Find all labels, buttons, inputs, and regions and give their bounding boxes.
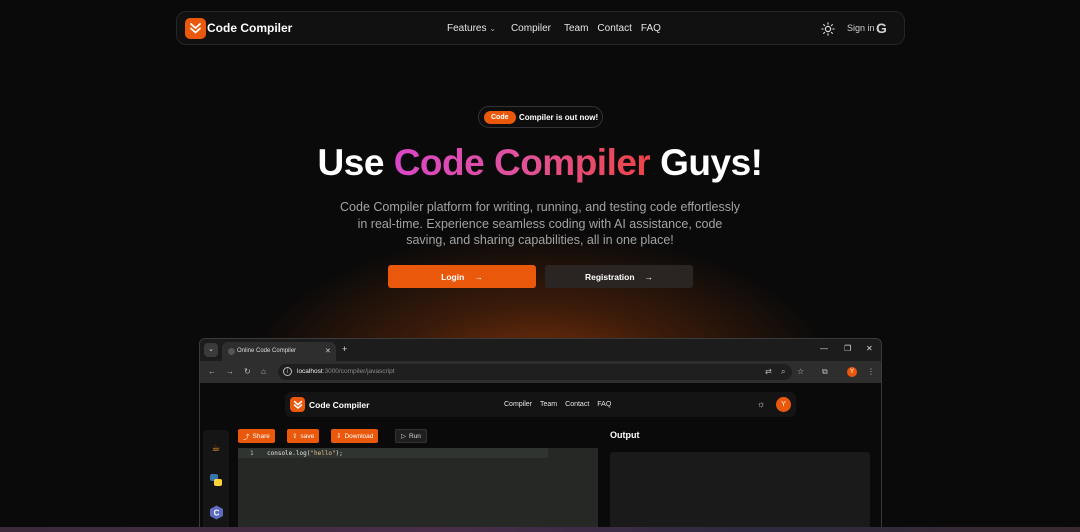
code-editor[interactable]: 1 console.log("hello"); [238,448,598,532]
hero-subtitle: Code Compiler platform for writing, runn… [340,200,740,247]
url-text: localhost:3000/compiler/javascript [297,368,395,375]
announcement-text: Compiler is out now! [519,113,599,122]
tab-favicon-icon [228,348,235,355]
compiler-nav-faq[interactable]: FAQ [597,401,611,408]
compiler-nav-links: Compiler Team Contact FAQ [504,401,611,408]
home-icon[interactable]: ⌂ [261,367,266,376]
chevron-down-icon: ⌄ [489,24,496,33]
brand-name[interactable]: Code Compiler [207,21,292,35]
nav-links: Features ⌄ Compiler Team Contact FAQ [447,23,661,34]
arrow-right-icon: → [644,271,654,282]
restore-icon[interactable]: ❐ [844,344,851,353]
bookmark-star-icon[interactable]: ☆ [797,367,804,376]
browser-tab-bar: ⌄ Online Code Compiler ✕ + — ❐ ✕ [200,339,881,361]
profile-avatar[interactable]: Y [847,367,857,377]
headline-highlight: Code Compiler [393,142,651,183]
google-icon[interactable]: G [876,20,887,36]
share-button[interactable]: ⤴ Share [238,429,275,443]
nav-item-compiler[interactable]: Compiler [511,23,551,34]
download-button[interactable]: ⇩ Download [331,429,379,443]
reload-icon[interactable]: ↻ [244,367,251,376]
play-icon: ▷ [401,433,406,440]
java-icon[interactable]: ☕ [208,440,224,456]
login-button[interactable]: Login → [388,265,536,288]
browser-address-bar: ← → ↻ ⌂ i localhost:3000/compiler/javasc… [200,361,881,383]
signin-button[interactable]: Sign in [847,23,875,33]
nav-item-faq[interactable]: FAQ [641,23,661,34]
headline-post: Guys! [660,142,763,183]
close-window-icon[interactable]: ✕ [866,344,873,353]
code-line: console.log("hello"); [267,450,343,457]
more-menu-icon[interactable]: ⋮ [867,367,875,376]
taskbar-strip [0,527,1080,532]
svg-text:C: C [213,508,219,517]
translate-icon[interactable]: ⇄ [765,367,772,376]
close-icon[interactable]: ✕ [325,347,331,355]
nav-item-team[interactable]: Team [564,23,588,34]
announcement-tag: Code [484,111,516,124]
compiler-brand[interactable]: Code Compiler [309,400,369,410]
preview-browser-window: ⌄ Online Code Compiler ✕ + — ❐ ✕ ← → ↻ ⌂… [199,338,882,532]
zoom-icon[interactable]: ⌕ [781,367,785,377]
top-navbar: Code Compiler Features ⌄ Compiler Team C… [176,11,905,45]
run-button[interactable]: ▷ Run [395,429,427,443]
sun-icon[interactable] [821,22,835,36]
url-field[interactable]: i localhost:3000/compiler/javascript [278,364,792,380]
nav-item-contact[interactable]: Contact [597,23,631,34]
sun-icon[interactable]: ☼ [757,399,765,409]
tab-search-icon[interactable]: ⌄ [204,343,218,357]
announcement-pill[interactable]: Code Compiler is out now! [478,106,603,128]
new-tab-icon[interactable]: + [342,344,347,354]
output-panel [610,452,870,532]
download-icon: ⇩ [336,433,342,440]
hero-headline: Use Code Compiler Guys! [0,142,1080,184]
line-number: 1 [250,450,254,457]
python-icon[interactable] [208,472,224,488]
save-button[interactable]: ⇪ save [287,429,320,443]
user-avatar[interactable]: Y [776,397,791,412]
registration-label: Registration [584,271,635,282]
compiler-navbar: Code Compiler Compiler Team Contact FAQ … [285,392,796,417]
browser-tab[interactable]: Online Code Compiler ✕ [222,342,336,361]
login-label: Login [441,271,465,282]
compiler-nav-contact[interactable]: Contact [565,401,589,408]
site-info-icon[interactable]: i [283,367,292,376]
compiler-nav-compiler[interactable]: Compiler [504,401,532,408]
c-icon[interactable]: C [208,504,224,520]
compiler-page: Code Compiler Compiler Team Contact FAQ … [200,383,881,532]
nav-item-features[interactable]: Features ⌄ [447,23,496,34]
extensions-icon[interactable]: ⧉ [822,367,828,377]
registration-button[interactable]: Registration → [545,265,693,288]
compiler-nav-team[interactable]: Team [540,401,557,408]
brand-logo-icon[interactable] [185,18,206,39]
headline-pre: Use [317,142,385,183]
back-icon[interactable]: ← [208,367,216,376]
output-heading: Output [610,430,640,440]
compiler-logo-icon[interactable] [290,397,305,412]
forward-icon[interactable]: → [226,367,234,376]
minimize-icon[interactable]: — [820,344,828,353]
share-icon: ⤴ [243,434,250,441]
language-rail: ☕ C [203,430,229,532]
upload-icon: ⇪ [292,433,298,440]
tab-title: Online Code Compiler [237,348,297,354]
arrow-right-icon: → [474,271,483,282]
